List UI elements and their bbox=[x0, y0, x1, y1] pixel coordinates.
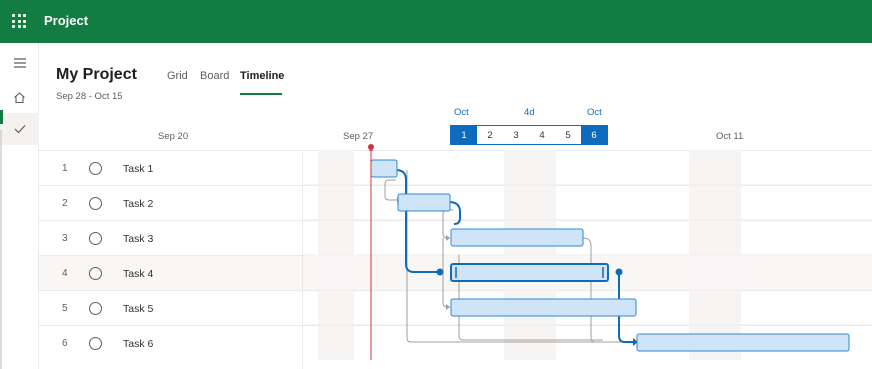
nav-active-indicator bbox=[0, 110, 3, 124]
project-dates: Sep 28 - Oct 15 bbox=[56, 91, 123, 102]
task-bar-6[interactable] bbox=[636, 333, 850, 352]
gantt-chart bbox=[303, 150, 872, 360]
task-bar-3[interactable] bbox=[450, 228, 584, 247]
today-marker-icon bbox=[368, 144, 374, 150]
selection-end-month: Oct bbox=[587, 107, 602, 118]
task-name[interactable]: Task 6 bbox=[123, 338, 153, 350]
link-handle-start[interactable] bbox=[436, 268, 444, 276]
project-title: My Project bbox=[56, 66, 137, 83]
home-icon bbox=[14, 91, 25, 103]
task-bar-4[interactable] bbox=[450, 263, 609, 282]
task-complete-checkbox[interactable] bbox=[89, 267, 102, 280]
tab-board[interactable]: Board bbox=[200, 70, 229, 82]
window-edge bbox=[0, 130, 2, 369]
day-cell[interactable]: 2 bbox=[477, 126, 503, 144]
timeline-date-label: Oct 11 bbox=[716, 131, 744, 142]
selected-day-range[interactable]: 1 2 3 4 5 6 bbox=[450, 125, 608, 145]
row-number: 5 bbox=[62, 303, 68, 314]
hamburger-menu-button[interactable] bbox=[0, 47, 39, 79]
app-launcher-icon[interactable] bbox=[12, 14, 26, 28]
task-name[interactable]: Task 4 bbox=[123, 268, 153, 280]
task-complete-checkbox[interactable] bbox=[89, 232, 102, 245]
row-number: 6 bbox=[62, 338, 68, 349]
tab-grid[interactable]: Grid bbox=[167, 70, 188, 82]
day-cell[interactable]: 3 bbox=[503, 126, 529, 144]
task-name[interactable]: Task 5 bbox=[123, 303, 153, 315]
task-complete-checkbox[interactable] bbox=[89, 337, 102, 350]
selection-start-month: Oct bbox=[454, 107, 469, 118]
row-number: 2 bbox=[62, 198, 68, 209]
pane-divider[interactable] bbox=[302, 150, 303, 369]
timeline-date-label: Sep 20 bbox=[158, 131, 189, 142]
day-cell[interactable]: 1 bbox=[451, 126, 477, 144]
row-number: 1 bbox=[62, 163, 68, 174]
my-tasks-button[interactable] bbox=[0, 113, 39, 145]
task-name[interactable]: Task 2 bbox=[123, 198, 153, 210]
task-complete-checkbox[interactable] bbox=[89, 197, 102, 210]
tab-selected-indicator bbox=[240, 93, 282, 95]
row-number: 4 bbox=[62, 268, 68, 279]
app-header: Project bbox=[0, 0, 872, 43]
dependency-link bbox=[384, 179, 397, 201]
tab-timeline[interactable]: Timeline bbox=[240, 70, 284, 82]
day-cell[interactable]: 6 bbox=[581, 126, 607, 144]
checkmark-icon bbox=[14, 125, 25, 134]
task-bar-5[interactable] bbox=[450, 298, 637, 317]
link-handle-end[interactable] bbox=[615, 268, 623, 276]
selection-duration: 4d bbox=[524, 107, 535, 118]
task-bar-1[interactable] bbox=[370, 159, 398, 178]
row-number: 3 bbox=[62, 233, 68, 244]
day-cell[interactable]: 5 bbox=[555, 126, 581, 144]
task-bar-2[interactable] bbox=[397, 193, 451, 212]
left-nav bbox=[0, 43, 39, 369]
home-button[interactable] bbox=[0, 81, 39, 113]
task-name[interactable]: Task 3 bbox=[123, 233, 153, 245]
timeline-date-label: Sep 27 bbox=[343, 131, 374, 142]
day-cell[interactable]: 4 bbox=[529, 126, 555, 144]
hamburger-icon bbox=[13, 58, 26, 68]
dependency-link bbox=[448, 201, 461, 225]
app-title: Project bbox=[44, 13, 89, 28]
task-name[interactable]: Task 1 bbox=[123, 163, 153, 175]
task-complete-checkbox[interactable] bbox=[89, 302, 102, 315]
task-complete-checkbox[interactable] bbox=[89, 162, 102, 175]
